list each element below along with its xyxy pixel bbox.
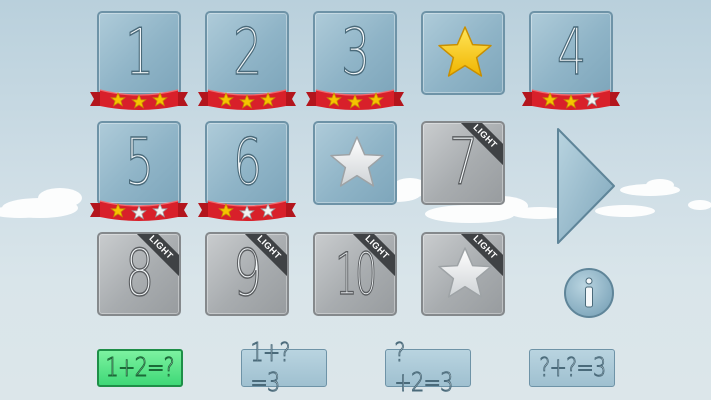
silver-star-icon <box>330 136 384 187</box>
star-rating-ribbon <box>522 89 620 110</box>
star-rating-ribbon <box>90 200 188 221</box>
level-number: 4 <box>557 16 587 90</box>
level-3-tile[interactable]: 3 <box>313 11 397 95</box>
level-7-tile[interactable]: 7 LIGHT <box>421 121 505 205</box>
level-9-tile[interactable]: 9 LIGHT <box>205 232 289 316</box>
level-4-tile[interactable]: 4 <box>529 11 613 95</box>
locked-bonus-tile[interactable]: LIGHT <box>421 232 505 316</box>
star-rating-ribbon <box>90 89 188 110</box>
bonus-level-tile[interactable] <box>313 121 397 205</box>
next-arrow-icon[interactable] <box>556 127 616 245</box>
level-5-tile[interactable]: 5 <box>97 121 181 205</box>
level-10-tile[interactable]: 10 LIGHT <box>313 232 397 316</box>
star-rating-ribbon <box>198 200 296 221</box>
mode-button-missing-both[interactable]: ?+?=3 <box>529 349 615 387</box>
mode-label: 1+2=? <box>105 353 175 384</box>
mode-label: 1+?=3 <box>250 338 291 399</box>
star-rating-ribbon <box>198 89 296 110</box>
level-1-tile[interactable]: 1 <box>97 11 181 95</box>
mode-button-missing-second[interactable]: 1+?=3 <box>241 338 327 399</box>
level-number: 1 <box>125 16 155 90</box>
level-number: 6 <box>233 126 263 200</box>
level-number: 3 <box>341 16 371 90</box>
mode-label: ?+?=3 <box>538 353 607 384</box>
bonus-level-tile[interactable] <box>421 11 505 95</box>
info-icon[interactable] <box>563 267 615 319</box>
level-number: 5 <box>125 126 155 200</box>
level-8-tile[interactable]: 8 LIGHT <box>97 232 181 316</box>
level-6-tile[interactable]: 6 <box>205 121 289 205</box>
mode-button-missing-first[interactable]: ?+2=3 <box>385 338 471 399</box>
level-2-tile[interactable]: 2 <box>205 11 289 95</box>
level-number: 2 <box>233 16 263 90</box>
gold-star-icon <box>438 26 492 77</box>
mode-button-sum[interactable]: 1+2=? <box>97 349 183 387</box>
mode-label: ?+2=3 <box>394 338 454 399</box>
star-rating-ribbon <box>306 89 404 110</box>
